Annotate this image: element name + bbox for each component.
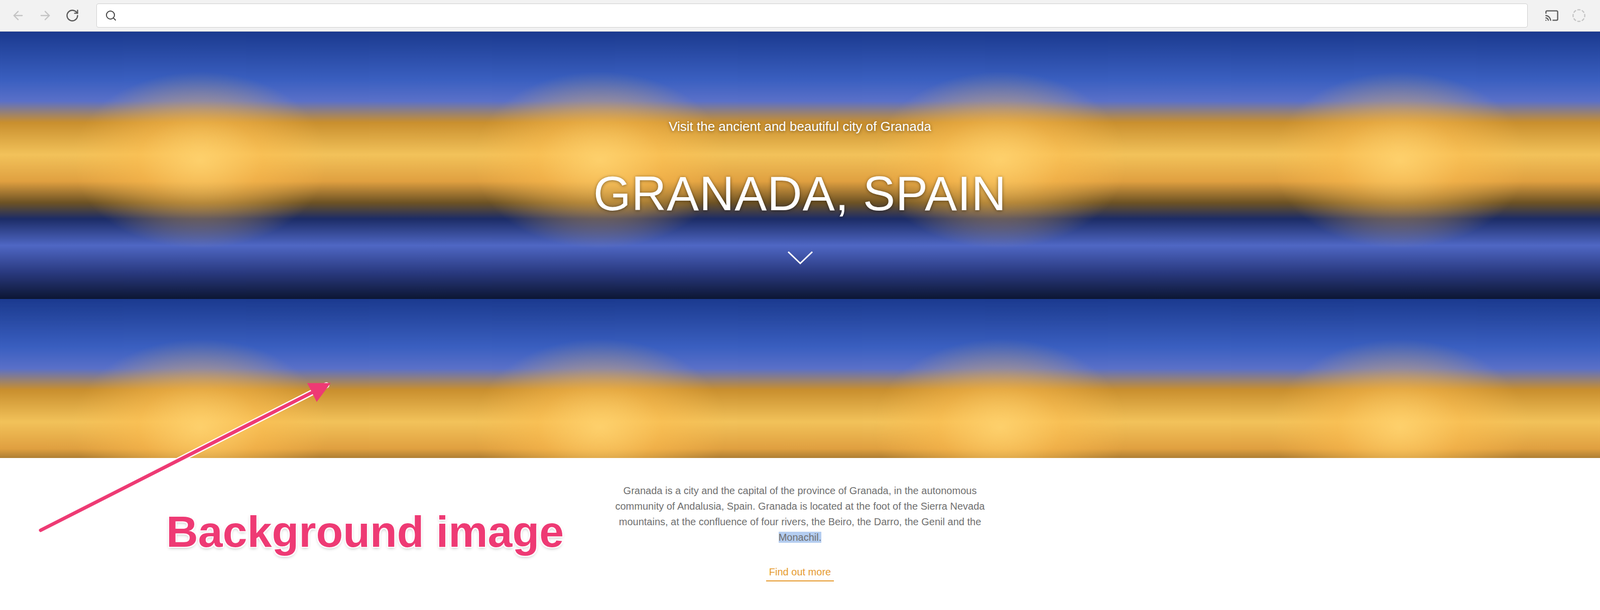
cast-icon [1544,8,1559,23]
extension-icon [1571,8,1586,23]
hero-subtitle: Visit the ancient and beautiful city of … [668,118,932,135]
reload-button[interactable] [61,4,84,27]
hero-title: GRANADA, SPAIN [593,167,1007,221]
background-tile [800,31,1201,300]
extension-button[interactable] [1567,4,1590,27]
address-input[interactable] [122,8,1520,24]
scroll-down-button[interactable] [786,250,814,266]
intro-paragraph: Granada is a city and the capital of the… [609,483,992,546]
background-tile [400,299,801,459]
annotation-label: Background image [166,507,564,558]
find-out-more-link[interactable]: Find out more [766,564,834,582]
background-tile [800,299,1201,459]
hero-text: Visit the ancient and beautiful city of … [0,31,1600,459]
background-tile [0,31,401,300]
background-image [0,31,1600,459]
arrow-left-icon [11,8,26,23]
selected-text: Monachil. [778,532,822,544]
background-tile [1199,299,1600,459]
background-tile [0,299,401,459]
browser-window: Visit the ancient and beautiful city of … [0,0,1600,610]
background-tile [1199,31,1600,300]
chevron-down-icon [786,250,814,266]
background-tile [400,31,801,300]
forward-button[interactable] [34,4,57,27]
reload-icon [65,8,80,23]
hero: Visit the ancient and beautiful city of … [0,31,1600,459]
address-bar[interactable] [96,3,1528,28]
browser-toolbar [0,0,1600,32]
cast-button[interactable] [1540,4,1563,27]
arrow-right-icon [38,8,53,23]
search-icon [104,9,117,22]
back-button[interactable] [7,4,30,27]
